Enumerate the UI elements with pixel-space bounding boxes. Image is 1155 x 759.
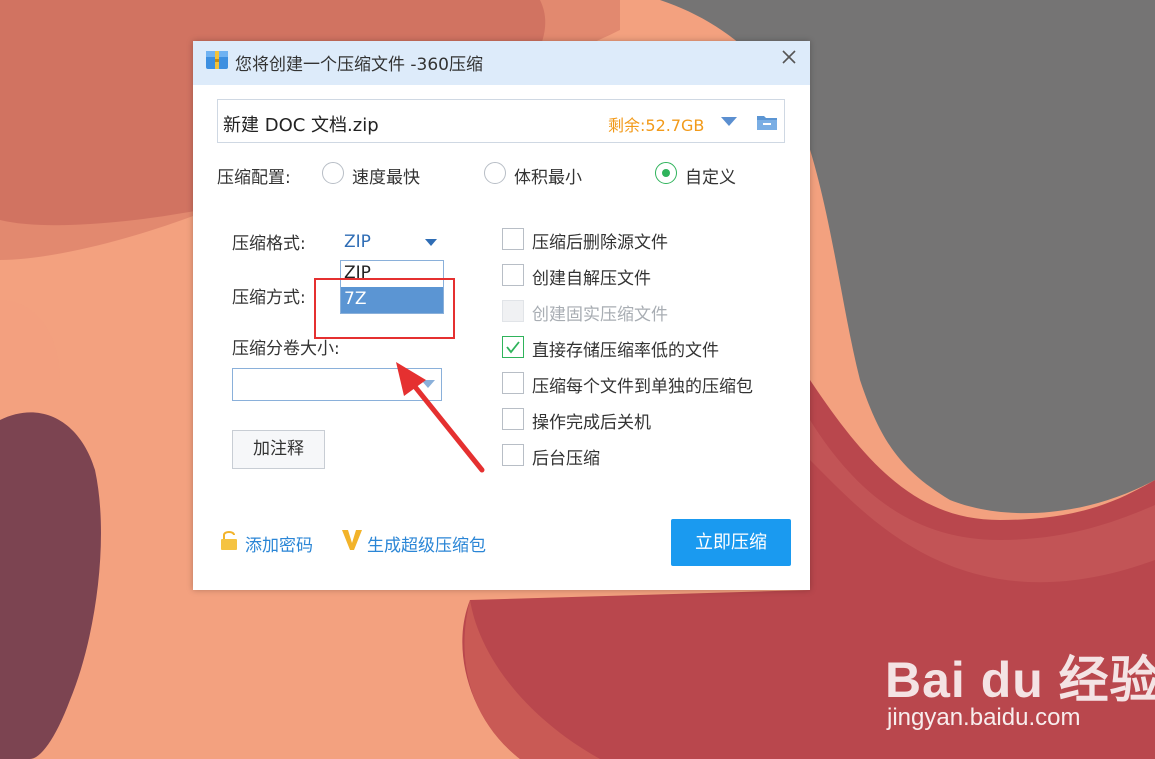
format-select-value: ZIP: [344, 232, 371, 252]
super-package-link[interactable]: 生成超级压缩包: [367, 531, 486, 556]
window-title: 您将创建一个压缩文件 -360压缩: [235, 55, 483, 75]
radio-fastest-label[interactable]: 速度最快: [352, 163, 420, 188]
add-password-link[interactable]: 添加密码: [245, 531, 313, 556]
triangle-down-icon[interactable]: [720, 115, 738, 127]
format-label: 压缩格式:: [232, 234, 306, 254]
lock-icon: [221, 531, 237, 550]
archive-filename[interactable]: 新建 DOC 文档.zip: [223, 111, 379, 137]
checkbox-delete-source-label[interactable]: 压缩后删除源文件: [532, 228, 668, 253]
check-icon: [506, 341, 520, 354]
radio-smallest-label[interactable]: 体积最小: [514, 163, 582, 188]
title-bar[interactable]: 您将创建一个压缩文件 -360压缩: [193, 41, 810, 85]
volume-size-select[interactable]: [232, 368, 442, 401]
config-label: 压缩配置:: [217, 168, 291, 188]
volume-size-label: 压缩分卷大小:: [232, 339, 340, 359]
archive-icon: [206, 51, 228, 69]
checkbox-shutdown[interactable]: [502, 408, 524, 430]
archive-path-field[interactable]: 新建 DOC 文档.zip 剩余:52.7GB: [217, 99, 785, 143]
method-label: 压缩方式:: [232, 288, 306, 308]
checkbox-shutdown-label[interactable]: 操作完成后关机: [532, 408, 651, 433]
compress-dialog: 您将创建一个压缩文件 -360压缩 新建 DOC 文档.zip 剩余:52.7G…: [193, 41, 810, 590]
annotation-highlight-box: [314, 278, 455, 339]
format-select[interactable]: ZIP: [339, 231, 443, 255]
radio-custom[interactable]: [655, 162, 677, 184]
checkbox-solid-archive: [502, 300, 524, 322]
radio-smallest[interactable]: [484, 162, 506, 184]
baidu-jingyan-watermark: Bai du 经验 jingyan.baidu.com: [885, 630, 1155, 740]
watermark-url: jingyan.baidu.com: [887, 704, 1081, 731]
checkbox-background-label[interactable]: 后台压缩: [532, 444, 600, 469]
checkbox-self-extract[interactable]: [502, 264, 524, 286]
checkbox-solid-archive-label: 创建固实压缩文件: [532, 305, 668, 325]
checkbox-store-low-ratio-label[interactable]: 直接存储压缩率低的文件: [532, 336, 719, 361]
checkbox-separate-archives-label[interactable]: 压缩每个文件到单独的压缩包: [532, 372, 753, 397]
chevron-down-icon: [421, 380, 435, 388]
checkbox-delete-source[interactable]: [502, 228, 524, 250]
compress-now-button[interactable]: 立即压缩: [671, 519, 791, 566]
watermark-logo: Bai du 经验: [885, 652, 1155, 708]
radio-custom-label[interactable]: 自定义: [685, 163, 736, 188]
folder-icon[interactable]: [756, 112, 778, 132]
checkbox-background[interactable]: [502, 444, 524, 466]
checkbox-separate-archives[interactable]: [502, 372, 524, 394]
checkbox-store-low-ratio[interactable]: [502, 336, 524, 358]
chevron-down-icon: [425, 239, 437, 246]
checkbox-self-extract-label[interactable]: 创建自解压文件: [532, 264, 651, 289]
add-comment-button[interactable]: 加注释: [232, 430, 325, 469]
radio-fastest[interactable]: [322, 162, 344, 184]
super-v-icon: [342, 530, 362, 550]
free-space-label: 剩余:52.7GB: [608, 116, 705, 135]
close-icon[interactable]: [779, 47, 799, 67]
